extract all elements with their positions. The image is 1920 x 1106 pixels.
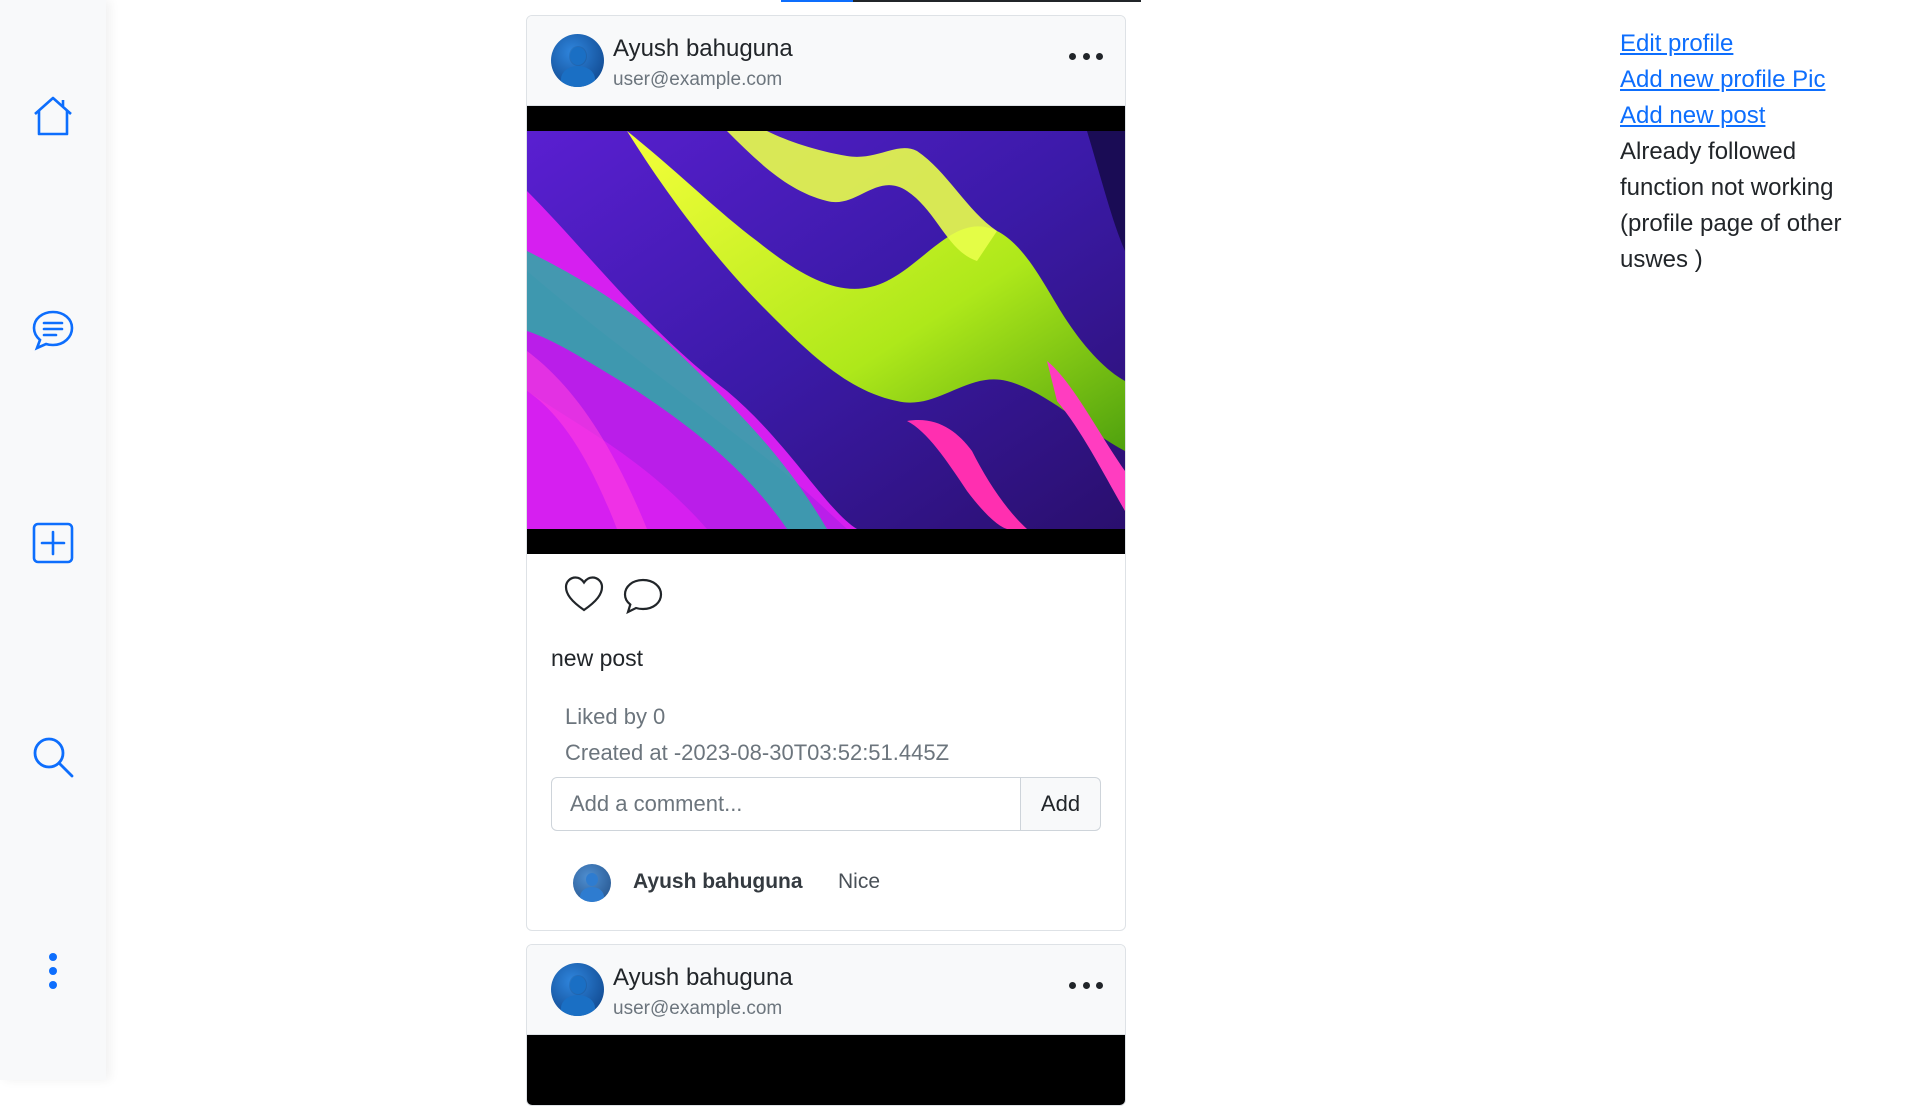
post-author-name[interactable]: Ayush bahuguna [613, 35, 793, 63]
add-comment-button[interactable]: Add [1021, 777, 1101, 831]
heart-icon[interactable] [563, 574, 605, 614]
post-author-email: user@example.com [613, 998, 783, 1019]
more-vertical-icon[interactable] [27, 945, 79, 997]
post-likes-count: Liked by 0 [565, 704, 666, 729]
chat-icon[interactable] [27, 304, 79, 356]
post-image [527, 1035, 1125, 1105]
post-header: Ayush bahuguna user@example.com [527, 16, 1125, 106]
edit-profile-link[interactable]: Edit profile [1620, 26, 1880, 62]
post-header: Ayush bahuguna user@example.com [527, 945, 1125, 1035]
avatar[interactable] [551, 34, 604, 87]
top-progress-fill [781, 0, 853, 2]
comment-icon[interactable] [622, 577, 664, 615]
search-icon[interactable] [27, 731, 79, 783]
post-image [527, 106, 1125, 554]
home-icon[interactable] [27, 90, 79, 142]
comment-text: Nice [838, 870, 881, 893]
abstract-art-image [527, 131, 1125, 529]
post-card: Ayush bahuguna user@example.com [526, 15, 1126, 931]
post-options-icon[interactable] [1069, 44, 1103, 68]
post-card: Ayush bahuguna user@example.com [526, 944, 1126, 1106]
top-progress-bar [781, 0, 1141, 2]
avatar[interactable] [551, 963, 604, 1016]
post-actions [527, 554, 1125, 618]
post-author-email: user@example.com [613, 69, 783, 90]
comment-avatar[interactable] [573, 864, 611, 902]
post-caption: new post [551, 645, 644, 671]
add-post-link[interactable]: Add new post [1620, 98, 1880, 134]
comment-form: Add [551, 777, 1101, 831]
post-options-icon[interactable] [1069, 973, 1103, 997]
add-profile-pic-link[interactable]: Add new profile Pic [1620, 62, 1880, 98]
status-note: Already followed function not working (p… [1620, 138, 1842, 273]
plus-square-icon[interactable] [27, 517, 79, 569]
post-created-at: Created at -2023-08-30T03:52:51.445Z [565, 740, 950, 765]
comment-input[interactable] [551, 777, 1021, 831]
sidebar [0, 0, 106, 1080]
profile-links: Edit profile Add new profile Pic Add new… [1620, 26, 1880, 278]
comment-author[interactable]: Ayush bahuguna [633, 870, 803, 894]
post-author-name[interactable]: Ayush bahuguna [613, 964, 793, 992]
comment-item: Ayush bahuguna Nice [573, 864, 1073, 904]
